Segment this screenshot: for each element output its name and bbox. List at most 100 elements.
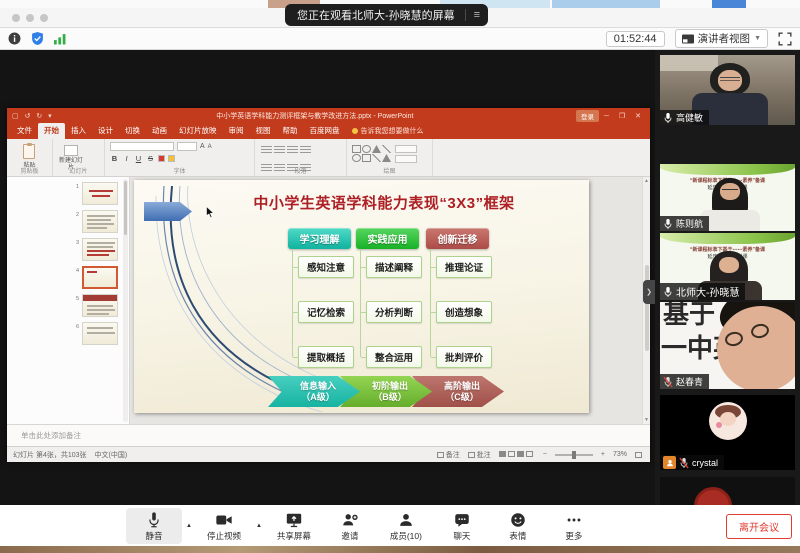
video-tile-participant-4[interactable]: 基于 一中英 赵春青: [660, 302, 795, 389]
skill-box: 推理论证: [436, 256, 492, 278]
shrink-font-icon[interactable]: A: [208, 144, 212, 150]
zoom-slider[interactable]: [555, 454, 593, 456]
bullet-list-icon[interactable]: [261, 146, 272, 154]
lightbulb-icon: [352, 128, 358, 134]
tab-review[interactable]: 审阅: [223, 123, 250, 139]
view-buttons[interactable]: [499, 451, 535, 458]
italic-button[interactable]: I: [122, 154, 131, 163]
comments-toggle-button[interactable]: 批注: [468, 450, 491, 460]
tell-me-label: 告诉我您想要做什么: [361, 126, 424, 136]
bold-button[interactable]: B: [110, 154, 119, 163]
view-mode-button[interactable]: 演讲者视图 ▼: [675, 29, 768, 48]
tab-home[interactable]: 开始: [38, 123, 65, 139]
slide-thumbnail-5[interactable]: [82, 294, 118, 317]
chat-button[interactable]: 聊天: [434, 508, 490, 544]
share-screen-label: 共享屏幕: [277, 530, 311, 542]
video-tile-participant-3[interactable]: “新课程标准下基于⋯⋯素养”备课 延庆一中⋯⋯说课 2020 北师大-孙晓慧: [660, 233, 795, 300]
zoom-in-icon[interactable]: +: [601, 451, 605, 458]
video-tile-participant-1[interactable]: 高健敏: [660, 55, 795, 125]
font-size-select[interactable]: [177, 142, 197, 151]
slide-thumbnail-1[interactable]: [82, 182, 118, 205]
notes-pane[interactable]: 单击此处添加备注: [7, 424, 650, 446]
scroll-up-icon[interactable]: ▲: [644, 178, 649, 184]
sidebar-collapse-tab[interactable]: ❯: [643, 280, 655, 304]
desktop-bottom-strip: [0, 546, 800, 553]
tab-transitions[interactable]: 切换: [119, 123, 146, 139]
font-name-select[interactable]: [110, 142, 174, 151]
tab-animations[interactable]: 动画: [146, 123, 173, 139]
skill-box: 提取概括: [298, 346, 354, 368]
more-label: 更多: [565, 530, 582, 542]
tab-help[interactable]: 帮助: [277, 123, 304, 139]
mic-on-icon: [663, 112, 673, 124]
tab-baidu-netdisk[interactable]: 百度网盘: [304, 123, 346, 139]
slide-thumbnail-3[interactable]: [82, 238, 118, 261]
grow-font-icon[interactable]: A: [200, 143, 205, 150]
video-tile-participant-5[interactable]: crystal: [660, 395, 795, 470]
underline-button[interactable]: U: [134, 154, 143, 163]
members-button[interactable]: 成员(10): [378, 508, 434, 544]
tell-me-box[interactable]: 告诉我您想要做什么: [346, 126, 430, 139]
share-screen-button[interactable]: 共享屏幕: [266, 508, 322, 544]
numbered-list-icon[interactable]: [274, 146, 285, 154]
zoom-out-icon[interactable]: −: [543, 451, 547, 458]
tab-file[interactable]: 文件: [11, 123, 38, 139]
tab-design[interactable]: 设计: [92, 123, 119, 139]
emoji-button[interactable]: 表情: [490, 508, 546, 544]
tab-slideshow[interactable]: 幻灯片放映: [173, 123, 223, 139]
participant-name: 陈则航: [676, 217, 703, 230]
leave-meeting-button[interactable]: 离开会议: [726, 514, 792, 539]
fullscreen-button[interactable]: [778, 32, 792, 46]
video-tile-participant-2[interactable]: “新课程标准下基于⋯⋯素养”备课 延庆一中⋯⋯说课 2020 陈则航: [660, 164, 795, 231]
font-color-button[interactable]: [158, 155, 165, 162]
more-button[interactable]: 更多: [546, 508, 602, 544]
scrollbar-thumb[interactable]: [645, 265, 649, 351]
line-spacing-icon[interactable]: [300, 146, 311, 154]
group-label-paragraph: 段落: [255, 166, 346, 175]
mic-muted-icon: [679, 457, 689, 469]
viewing-banner: 您正在观看北师大-孙晓慧的屏幕 ≡: [285, 4, 488, 26]
banner-menu-icon[interactable]: ≡: [465, 9, 480, 21]
connection-signal-icon[interactable]: [54, 33, 66, 45]
skill-box: 批判评价: [436, 346, 492, 368]
ppt-window-controls[interactable]: ─ ❐ ✕: [604, 112, 645, 120]
mute-options-caret[interactable]: ▲: [186, 523, 192, 529]
close-window-dot[interactable]: [12, 14, 20, 22]
zoom-window-dot[interactable]: [40, 14, 48, 22]
shape-gallery[interactable]: [352, 145, 391, 162]
stop-video-button[interactable]: 停止视频: [196, 508, 252, 544]
scroll-down-icon[interactable]: ▼: [644, 417, 649, 423]
zoom-percentage[interactable]: 73%: [613, 451, 627, 458]
quick-access-toolbar-icons[interactable]: ▢ ↺ ↻ ▾: [12, 112, 54, 120]
thumbnail-scrollbar[interactable]: [123, 179, 128, 422]
arrange-button[interactable]: [395, 145, 417, 153]
mute-button[interactable]: 静音: [126, 508, 182, 544]
info-icon[interactable]: [8, 32, 21, 45]
slide-thumbnail-4-selected[interactable]: [82, 266, 118, 289]
slide-thumbnail-6[interactable]: [82, 322, 118, 345]
ppt-login-button[interactable]: 登录: [576, 110, 599, 122]
meeting-bottom-toolbar: 静音 ▲ 停止视频 ▲ 共享屏幕 邀请 成员(10) 聊天 表情: [0, 505, 800, 546]
strikethrough-button[interactable]: S: [146, 154, 155, 163]
notes-toggle-button[interactable]: 备注: [437, 450, 460, 460]
indent-icon[interactable]: [287, 146, 298, 154]
paste-button[interactable]: 粘贴: [23, 142, 35, 169]
tab-insert[interactable]: 插入: [65, 123, 92, 139]
slide-thumbnail-2[interactable]: [82, 210, 118, 233]
quick-styles-button[interactable]: [395, 155, 417, 163]
camera-icon: [215, 511, 233, 529]
encryption-shield-icon[interactable]: [31, 32, 44, 45]
person-silhouette: [719, 257, 739, 273]
category-chip-learning: 学习理解: [288, 228, 351, 249]
video-tile-participant-6-partial[interactable]: [660, 477, 795, 505]
slide-editing-area: 中小学生英语学科能力表现“3X3”框架 学习理解 实践应用 创新迁移 感知注意 …: [130, 177, 650, 424]
minimize-window-dot[interactable]: [26, 14, 34, 22]
invite-button[interactable]: 邀请: [322, 508, 378, 544]
share-screen-icon: [285, 511, 303, 529]
shared-screen-area[interactable]: ▢ ↺ ↻ ▾ 中小学英语学科能力测评框架与教学改进方法.pptx - Powe…: [0, 50, 800, 505]
fit-slide-icon[interactable]: [635, 452, 642, 458]
video-options-caret[interactable]: ▲: [256, 523, 262, 529]
highlight-color-button[interactable]: [168, 155, 175, 162]
thumbnail-row: 1: [73, 182, 119, 205]
tab-view[interactable]: 视图: [250, 123, 277, 139]
